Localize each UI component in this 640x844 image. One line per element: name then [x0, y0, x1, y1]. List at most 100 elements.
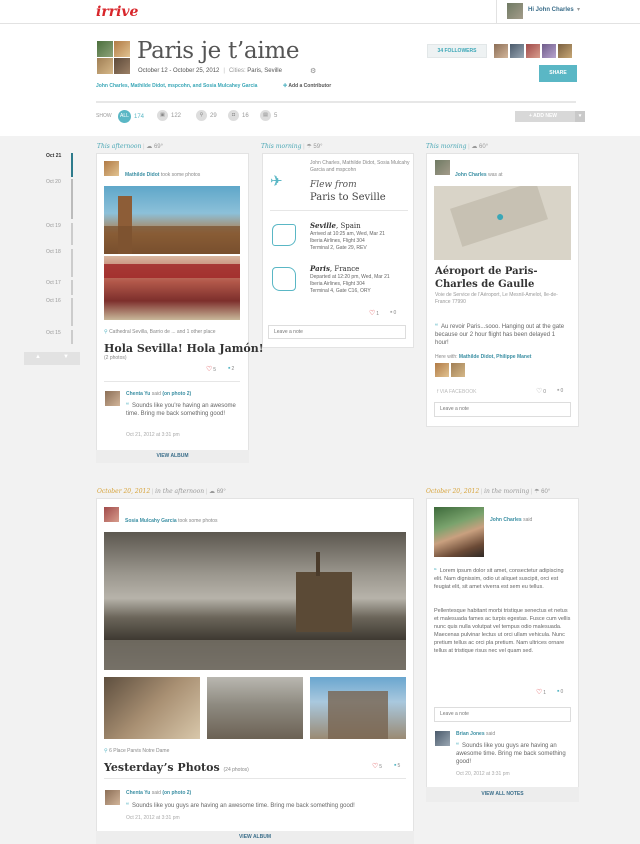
timeline-date[interactable]: Oct 17 [46, 280, 61, 286]
avatar[interactable] [526, 44, 540, 58]
avatar[interactable] [510, 44, 524, 58]
avatar[interactable] [494, 44, 508, 58]
chevron-down-icon[interactable]: ▾ [575, 111, 585, 122]
weather-icon: ☁ [471, 144, 478, 150]
avatar[interactable] [104, 161, 119, 176]
trip-dates: October 12 - October 25, 2012 [138, 68, 220, 74]
post-title[interactable]: Hola Sevilla! Hola Jamón! [104, 342, 264, 355]
avatar[interactable] [451, 363, 465, 377]
weather-temp: 69° [153, 144, 164, 150]
filter-notes[interactable]: ▤ 5 [260, 110, 277, 122]
avatar[interactable] [114, 41, 130, 57]
album-photo[interactable] [104, 677, 200, 739]
weather-icon: ☁ [146, 144, 153, 150]
comment-icon[interactable]: ▪0 [557, 387, 563, 394]
leave-note-input[interactable]: Leave a note [434, 707, 571, 722]
location-text[interactable]: 6 Place Parvis Notre Dame [109, 748, 169, 754]
river-shape [104, 640, 406, 670]
flight-authors[interactable]: John Charles, Mathilde Didot, Sosia Mulc… [310, 160, 410, 174]
chevron-down-icon[interactable]: ▾ [577, 6, 580, 13]
here-with-names[interactable]: Mathilde Didot, Philippe Manet [459, 354, 532, 360]
place-title[interactable]: Aéroport de Paris-Charles de Gaulle [435, 265, 575, 291]
heart-icon[interactable]: ♡1 [369, 309, 379, 317]
column-header: October 20, 2012 | in the morning | ☂ 60… [426, 488, 551, 495]
author-link[interactable]: John Charles [490, 517, 522, 523]
add-new-button[interactable]: + ADD NEW ▾ [515, 111, 585, 122]
view-album-button[interactable]: VIEW ALBUM [96, 450, 249, 463]
avatar[interactable] [104, 507, 119, 522]
post-title[interactable]: Yesterday’s Photos (24 photos) [104, 761, 249, 774]
photo-link[interactable]: (on photo 2) [162, 391, 191, 397]
album-photo[interactable] [104, 186, 240, 254]
arrival-terminal: Terminal 2, Gate 29, REV [310, 245, 367, 251]
user-menu[interactable]: Hi John Charles ▾ [496, 0, 640, 24]
author-link[interactable]: John Charles [455, 172, 487, 178]
filter-photos[interactable]: ▣ 122 [157, 110, 181, 122]
album-photo[interactable] [310, 677, 406, 739]
heart-icon[interactable]: ♡5 [206, 365, 216, 373]
user-greeting[interactable]: Hi John Charles [528, 7, 574, 13]
timeline-date[interactable]: Oct 19 [46, 223, 61, 229]
followers-badge[interactable]: 34 FOLLOWERS [427, 44, 487, 58]
irrive-logo[interactable]: irrive [96, 4, 138, 20]
heart-icon[interactable]: ♡0 [536, 387, 546, 395]
album-photo[interactable] [104, 256, 240, 320]
comment-byline: Brian Jones said [456, 731, 495, 738]
comment-time: Oct 20, 2012 at 3:31 pm [456, 771, 510, 777]
author-photo[interactable] [434, 507, 484, 557]
author-link[interactable]: Chenta Yu [126, 790, 150, 796]
departure-country: , France [329, 265, 360, 273]
add-contributor-link[interactable]: ✚ Add a Contributor [283, 83, 331, 89]
leave-note-input[interactable]: Leave a note [434, 402, 571, 417]
album-photo[interactable] [104, 532, 406, 670]
avatar[interactable] [542, 44, 556, 58]
comment-count: 2 [231, 366, 235, 372]
timeline-date[interactable]: Oct 21 [46, 153, 61, 159]
author-link[interactable]: Brian Jones [456, 731, 485, 737]
comment-icon[interactable]: ▪2 [228, 365, 234, 372]
location-text[interactable]: Cathedral Sevilla, Barrio de ... and 1 o… [109, 329, 215, 335]
avatar[interactable] [105, 391, 120, 406]
author-link[interactable]: Mathilde Didot [125, 172, 159, 178]
column-header: This afternoon | ☁ 69° [97, 143, 164, 150]
map-thumbnail[interactable]: ● [434, 186, 571, 260]
avatar[interactable] [435, 363, 449, 377]
author-link[interactable]: Sosia Mulcahy Garcia [125, 518, 177, 524]
weather-icon: ☂ [306, 144, 312, 150]
share-button[interactable]: SHARE [539, 65, 577, 82]
author-link[interactable]: Chenta Yu [126, 391, 150, 397]
chevron-down-icon[interactable]: ▼ [63, 354, 69, 360]
filter-camera[interactable]: ◘ 16 [228, 110, 249, 122]
view-album-button[interactable]: VIEW ALBUM [96, 831, 414, 844]
comment-icon[interactable]: ▪5 [394, 762, 400, 769]
timeline-bar [71, 223, 73, 245]
timeline-date[interactable]: Oct 15 [46, 330, 61, 336]
avatar[interactable] [97, 41, 113, 57]
gear-icon[interactable]: ⚙ [310, 67, 316, 75]
avatar[interactable] [558, 44, 572, 58]
contributors-list[interactable]: John Charles, Mathilde Didot, mspcohn, a… [96, 83, 257, 89]
avatar[interactable] [114, 58, 130, 74]
avatar[interactable] [435, 160, 450, 175]
photo-link[interactable]: (on photo 2) [162, 790, 191, 796]
comment-icon[interactable]: ▪0 [557, 688, 563, 695]
avatar[interactable] [507, 3, 523, 19]
view-all-notes-button[interactable]: VIEW ALL NOTES [426, 787, 579, 802]
album-photo[interactable] [207, 677, 303, 739]
timeline-date[interactable]: Oct 20 [46, 179, 61, 185]
awning-shape [104, 264, 240, 278]
comment-text: “Sounds like you're having an awesome ti… [126, 402, 236, 418]
timeline-date[interactable]: Oct 16 [46, 298, 61, 304]
heart-icon[interactable]: ♡1 [536, 688, 546, 696]
avatar[interactable] [435, 731, 450, 746]
filter-all[interactable]: ALL 174 [118, 110, 144, 123]
comment-icon[interactable]: ▪0 [390, 309, 396, 316]
avatar[interactable] [105, 790, 120, 805]
filter-places[interactable]: ⚲ 29 [196, 110, 217, 122]
note-icon: ▤ [260, 110, 271, 121]
timeline-date[interactable]: Oct 18 [46, 249, 61, 255]
avatar[interactable] [97, 58, 113, 74]
leave-note-input[interactable]: Leave a note [268, 325, 406, 339]
heart-icon[interactable]: ♡5 [372, 762, 382, 770]
chevron-up-icon[interactable]: ▲ [35, 354, 41, 360]
